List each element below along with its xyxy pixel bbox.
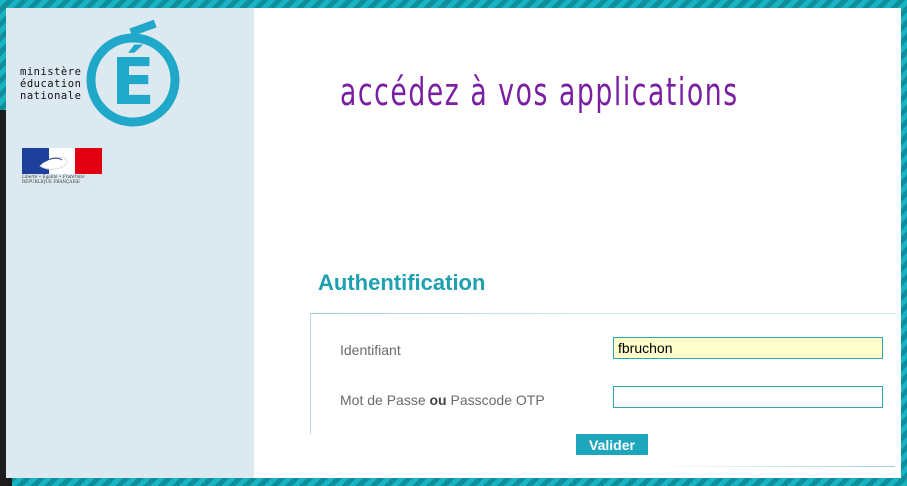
e-logo-icon: É	[86, 19, 180, 127]
sidebar: É ministère éducation nationale Liberté …	[6, 8, 254, 478]
auth-heading: Authentification	[318, 270, 486, 295]
password-input[interactable]	[613, 386, 883, 408]
republique-caption: Liberté • Égalité • Fraternité RÉPUBLIQU…	[22, 174, 112, 184]
logo-letter: É	[111, 44, 155, 120]
page-title: accédez à vos applications	[340, 70, 739, 114]
ministry-line: nationale	[20, 90, 82, 102]
password-label: Mot de Passe ou Passcode OTP	[340, 392, 545, 408]
rf-name: RÉPUBLIQUE FRANÇAISE	[22, 179, 80, 184]
ministry-line: éducation	[20, 78, 82, 90]
marianne-flag-icon	[22, 148, 102, 174]
password-label-pre: Mot de Passe	[340, 392, 430, 408]
ministry-name: ministère éducation nationale	[20, 66, 90, 102]
auth-panel	[310, 313, 896, 434]
identifiant-input[interactable]	[613, 337, 883, 359]
identifiant-label: Identifiant	[340, 342, 401, 358]
divider	[655, 466, 895, 467]
ministry-line: ministère	[20, 66, 82, 78]
password-label-post: Passcode OTP	[446, 392, 545, 408]
valider-button[interactable]: Valider	[576, 434, 648, 455]
password-label-or: ou	[429, 392, 447, 408]
